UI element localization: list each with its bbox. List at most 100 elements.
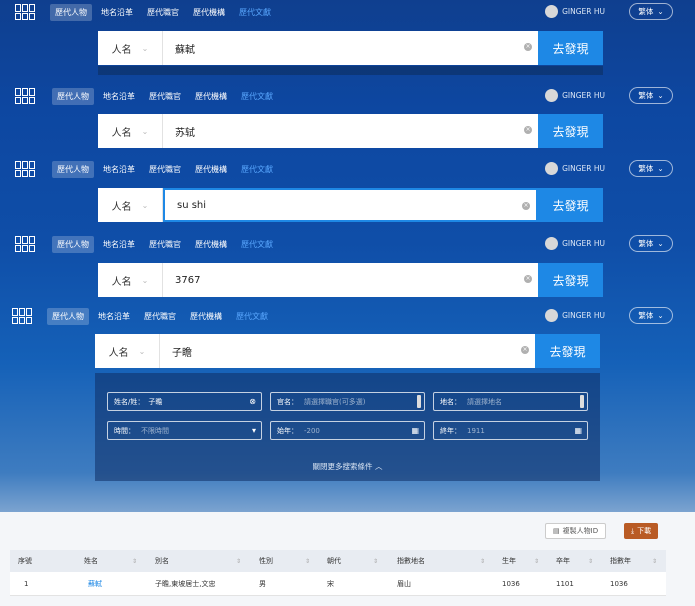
chevron-down-icon: ⌄ [657, 164, 664, 173]
search-button[interactable]: 去發現 [538, 263, 603, 297]
column-header-index-year[interactable]: 指數年 [610, 550, 631, 572]
nav-offices[interactable]: 歷代職官 [144, 88, 186, 105]
scrollbar[interactable] [580, 395, 584, 408]
header: 歷代人物 地名沿革 歷代職官 歷代機構 歷代文獻 GINGER HU 繁体 ⌄ [0, 157, 695, 181]
user-menu[interactable]: GINGER HU [545, 162, 605, 175]
nav-places[interactable]: 地名沿革 [98, 161, 140, 178]
clear-icon[interactable]: × [522, 202, 530, 210]
search-button[interactable]: 去發現 [538, 188, 603, 222]
search-input[interactable]: su shi × [163, 188, 538, 222]
sort-icon[interactable]: ⇕ [652, 558, 657, 565]
start-year-filter[interactable]: 始年： -200 ▦ [270, 421, 425, 440]
nav-documents[interactable]: 歷代文獻 [236, 236, 278, 253]
sort-icon[interactable]: ⇕ [588, 558, 593, 565]
language-select[interactable]: 繁体 ⌄ [629, 235, 673, 252]
logo-icon[interactable] [15, 88, 35, 104]
nav-documents[interactable]: 歷代文獻 [236, 88, 278, 105]
column-header-name[interactable]: 姓名 [84, 550, 98, 572]
nav-documents[interactable]: 歷代文獻 [234, 4, 276, 21]
search-input[interactable]: 子瞻 × [160, 334, 535, 368]
copy-person-id-button[interactable]: ▤ 複製人物ID [545, 523, 607, 539]
calendar-icon[interactable]: ▦ [411, 426, 419, 435]
nav-institutions[interactable]: 歷代機構 [190, 88, 232, 105]
search-input[interactable]: 蘇軾 × [163, 31, 538, 65]
nav-people[interactable]: 歷代人物 [52, 236, 94, 253]
scrollbar[interactable] [417, 395, 421, 408]
download-button[interactable]: ⤓ 下載 [624, 523, 659, 539]
category-select[interactable]: 人名 ⌄ [98, 114, 163, 148]
office-filter[interactable]: 官名： 請選擇職官(可多選) [270, 392, 425, 411]
language-label: 繁体 [638, 91, 654, 100]
cell-dynasty: 宋 [327, 579, 334, 588]
search-input[interactable]: 3767 × [163, 263, 538, 297]
category-select[interactable]: 人名 ⌄ [98, 188, 163, 222]
nav-offices[interactable]: 歷代職官 [142, 4, 184, 21]
column-header-alias[interactable]: 別名 [155, 550, 169, 572]
logo-icon[interactable] [15, 161, 35, 177]
nav-offices[interactable]: 歷代職官 [144, 161, 186, 178]
category-select[interactable]: 人名 ⌄ [98, 263, 163, 297]
sort-icon[interactable]: ⇕ [373, 558, 378, 565]
user-menu[interactable]: GINGER HU [545, 89, 605, 102]
nav-institutions[interactable]: 歷代機構 [185, 308, 227, 325]
nav-documents[interactable]: 歷代文獻 [236, 161, 278, 178]
logo-icon[interactable] [15, 236, 35, 252]
nav-offices[interactable]: 歷代職官 [144, 236, 186, 253]
column-header-gender[interactable]: 性別 [259, 550, 273, 572]
end-year-filter[interactable]: 終年： 1911 ▦ [433, 421, 588, 440]
sort-icon[interactable]: ⇕ [132, 558, 137, 565]
search-input[interactable]: 苏轼 × [163, 114, 538, 148]
nav-people[interactable]: 歷代人物 [50, 4, 92, 21]
time-filter[interactable]: 時間： 不限時間 ▾ [107, 421, 262, 440]
sort-icon[interactable]: ⇕ [534, 558, 539, 565]
nav-people[interactable]: 歷代人物 [52, 161, 94, 178]
language-select[interactable]: 繁体 ⌄ [629, 87, 673, 104]
place-filter-label: 地名： [440, 397, 461, 406]
user-menu[interactable]: GINGER HU [545, 309, 605, 322]
nav-documents[interactable]: 歷代文獻 [231, 308, 273, 325]
place-filter-placeholder: 請選擇地名 [467, 397, 502, 406]
collapse-filters-button[interactable]: 關閉更多搜索條件 ︿ [95, 461, 600, 472]
column-header-place[interactable]: 指數地名 [397, 550, 425, 572]
place-filter[interactable]: 地名： 請選擇地名 [433, 392, 588, 411]
name-filter[interactable]: 姓名/姓： 子瞻 ⊗ [107, 392, 262, 411]
category-select[interactable]: 人名 ⌄ [95, 334, 160, 368]
nav-institutions[interactable]: 歷代機構 [188, 4, 230, 21]
nav-institutions[interactable]: 歷代機構 [190, 161, 232, 178]
column-header-birth[interactable]: 生年 [502, 550, 516, 572]
nav-offices[interactable]: 歷代職官 [139, 308, 181, 325]
nav-places[interactable]: 地名沿革 [98, 88, 140, 105]
language-select[interactable]: 繁体 ⌄ [629, 307, 673, 324]
table-row[interactable]: 1 蘇軾 子瞻,東坡居士,文忠 男 宋 眉山 1036 1101 1036 [10, 572, 666, 596]
sort-icon[interactable]: ⇕ [236, 558, 241, 565]
nav-people[interactable]: 歷代人物 [47, 308, 89, 325]
clear-icon[interactable]: × [524, 126, 532, 134]
nav-places[interactable]: 地名沿革 [98, 236, 140, 253]
language-select[interactable]: 繁体 ⌄ [629, 3, 673, 20]
cell-birth: 1036 [502, 579, 520, 588]
user-menu[interactable]: GINGER HU [545, 237, 605, 250]
nav-places[interactable]: 地名沿革 [96, 4, 138, 21]
calendar-icon[interactable]: ▦ [574, 426, 582, 435]
clear-icon[interactable]: × [524, 275, 532, 283]
search-button[interactable]: 去發現 [538, 114, 603, 148]
nav-places[interactable]: 地名沿革 [93, 308, 135, 325]
chevron-down-icon: ⌄ [657, 239, 664, 248]
logo-icon[interactable] [12, 308, 32, 324]
cell-name-link[interactable]: 蘇軾 [88, 572, 102, 595]
nav-institutions[interactable]: 歷代機構 [190, 236, 232, 253]
logo-icon[interactable] [15, 4, 35, 20]
sort-icon[interactable]: ⇕ [480, 558, 485, 565]
search-button[interactable]: 去發現 [538, 31, 603, 65]
column-header-dynasty[interactable]: 朝代 [327, 550, 341, 572]
column-header-death[interactable]: 卒年 [556, 550, 570, 572]
clear-icon[interactable]: × [521, 346, 529, 354]
sort-icon[interactable]: ⇕ [305, 558, 310, 565]
clear-icon[interactable]: × [524, 43, 532, 51]
language-select[interactable]: 繁体 ⌄ [629, 160, 673, 177]
clear-icon[interactable]: ⊗ [249, 397, 256, 406]
nav-people[interactable]: 歷代人物 [52, 88, 94, 105]
category-select[interactable]: 人名 ⌄ [98, 31, 163, 65]
user-menu[interactable]: GINGER HU [545, 5, 605, 18]
search-button[interactable]: 去發現 [535, 334, 600, 368]
